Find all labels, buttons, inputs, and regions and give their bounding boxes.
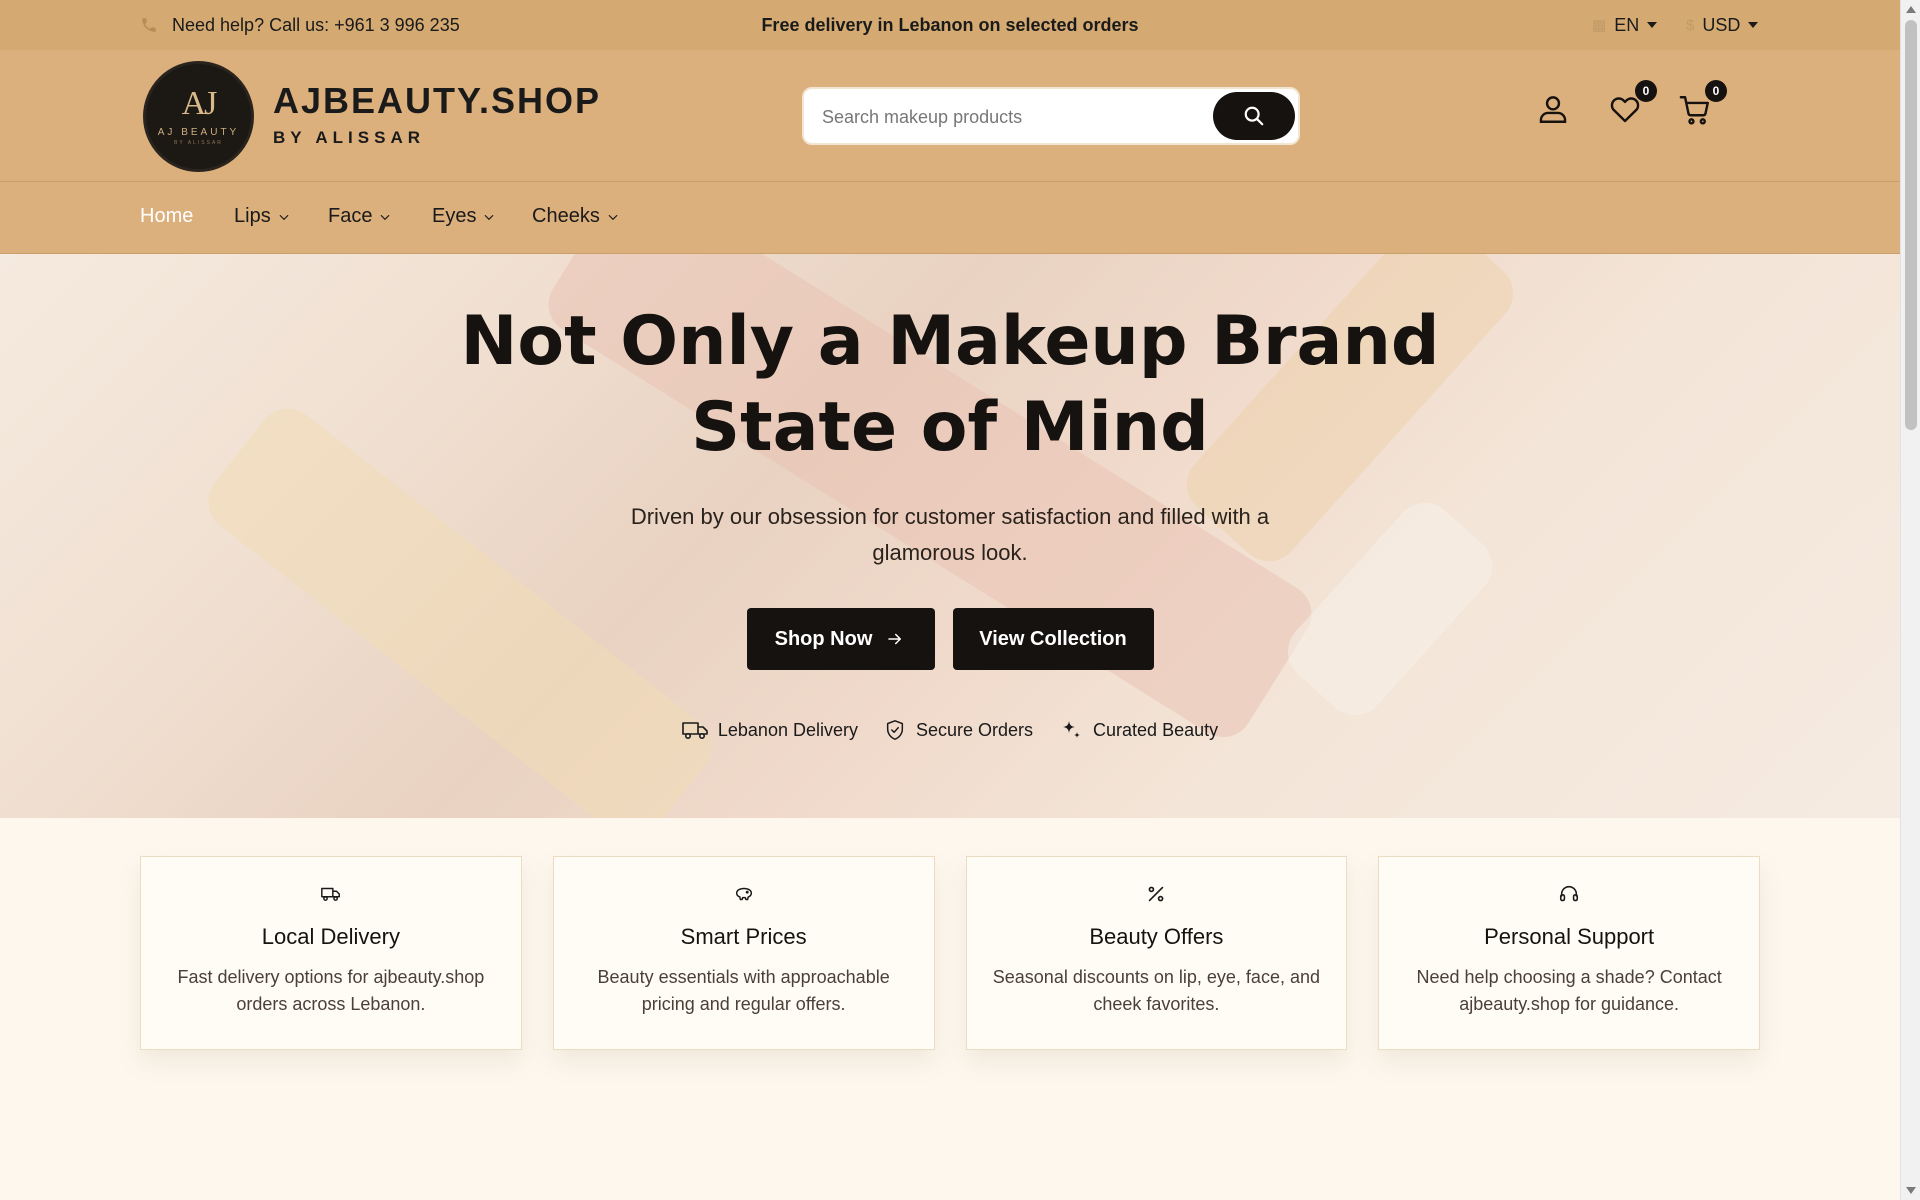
headset-icon bbox=[1560, 885, 1579, 902]
feature-card-smart-prices: Smart Prices Beauty essentials with appr… bbox=[552, 856, 935, 1050]
language-selector[interactable]: ▩ EN bbox=[1592, 0, 1658, 50]
nav-item-label: Eyes bbox=[432, 205, 477, 227]
brand-name: AJBEAUTY.SHOP bbox=[273, 80, 602, 121]
phone-icon bbox=[142, 18, 156, 32]
search-button[interactable] bbox=[1213, 92, 1295, 140]
nav-item-face[interactable]: Face bbox=[328, 205, 392, 228]
logo-monogram: AJ bbox=[181, 85, 218, 122]
nav-item-label: Cheeks bbox=[532, 205, 600, 227]
chevron-down-icon bbox=[1647, 22, 1658, 28]
feature-title: Beauty Offers bbox=[1089, 924, 1224, 949]
brand-wordmark[interactable]: AJBEAUTY.SHOP BY ALISSAR bbox=[273, 80, 601, 148]
feature-description: Fast delivery options for ajbeauty.shop … bbox=[177, 967, 485, 1014]
search-input[interactable] bbox=[822, 103, 1202, 131]
nav-item-eyes[interactable]: Eyes bbox=[432, 205, 496, 228]
chevron-down-icon bbox=[608, 214, 618, 220]
main-nav: Home Lips Face Eyes Cheeks bbox=[0, 182, 1900, 254]
piggy-bank-icon bbox=[735, 887, 752, 901]
search-icon bbox=[1244, 106, 1264, 126]
search-bar bbox=[802, 87, 1300, 145]
scrollbar-thumb[interactable] bbox=[1905, 20, 1917, 430]
site-header: AJ AJ BEAUTY BY ALISSAR AJBEAUTY.SHOP BY… bbox=[0, 50, 1900, 182]
feature-card-beauty-offers: Beauty Offers Seasonal discounts on lip,… bbox=[965, 856, 1348, 1050]
trust-badge-label: Secure Orders bbox=[915, 719, 1034, 740]
view-collection-button[interactable]: View Collection bbox=[952, 608, 1154, 670]
top-bar: Need help? Call us: +961 3 996 235 Free … bbox=[0, 0, 1900, 50]
currency-value: USD bbox=[1702, 14, 1741, 35]
trust-badge-label: Curated Beauty bbox=[1093, 719, 1219, 740]
trust-badge: Lebanon Delivery bbox=[682, 718, 858, 742]
trust-badge: Curated Beauty bbox=[1059, 718, 1218, 742]
dollar-icon: $ bbox=[1686, 16, 1695, 34]
nav-item-label: Home bbox=[140, 205, 194, 227]
feature-title: Smart Prices bbox=[680, 924, 807, 949]
truck-icon bbox=[320, 887, 340, 901]
hero-title: Not Only a Makeup Brand State of Mind bbox=[0, 299, 1900, 471]
arrow-right-icon bbox=[888, 633, 902, 645]
hero-cta-group: Shop Now View Collection bbox=[0, 608, 1900, 670]
feature-description: Need help choosing a shade? Contact ajbe… bbox=[1416, 967, 1722, 1014]
truck-icon bbox=[682, 722, 708, 740]
percent-icon bbox=[1148, 886, 1164, 902]
scroll-up-arrow-icon[interactable] bbox=[1906, 6, 1916, 13]
brand-byline: BY ALISSAR bbox=[273, 128, 426, 147]
trust-badge: Secure Orders bbox=[884, 718, 1033, 742]
currency-selector[interactable]: $ USD bbox=[1686, 0, 1759, 50]
cart-count-badge: 0 bbox=[1705, 80, 1727, 102]
feature-description: Beauty essentials with approachable pric… bbox=[597, 967, 890, 1014]
hero-banner: Not Only a Makeup Brand State of Mind Dr… bbox=[0, 254, 1900, 818]
language-value: EN bbox=[1614, 14, 1640, 35]
feature-title: Local Delivery bbox=[261, 924, 400, 949]
chevron-down-icon bbox=[279, 214, 289, 220]
chevron-down-icon bbox=[380, 214, 390, 220]
hero-subtitle: Driven by our obsession for customer sat… bbox=[630, 504, 1270, 565]
feature-title: Personal Support bbox=[1484, 924, 1655, 949]
globe-icon: ▩ bbox=[1592, 17, 1607, 34]
sparkle-icon bbox=[1063, 721, 1081, 738]
scroll-down-arrow-icon[interactable] bbox=[1906, 1187, 1916, 1194]
shop-now-button[interactable]: Shop Now bbox=[746, 608, 935, 670]
logo-label: AJ BEAUTY bbox=[157, 127, 240, 138]
feature-card-personal-support: Personal Support Need help choosing a sh… bbox=[1378, 856, 1760, 1050]
nav-item-cheeks[interactable]: Cheeks bbox=[532, 205, 620, 228]
shop-now-label: Shop Now bbox=[774, 627, 873, 650]
hero-title-line1: Not Only a Makeup Brand bbox=[460, 302, 1440, 381]
chevron-down-icon bbox=[484, 214, 494, 220]
hero-content: Not Only a Makeup Brand State of Mind Dr… bbox=[0, 254, 1900, 742]
feature-description: Seasonal discounts on lip, eye, face, an… bbox=[992, 967, 1320, 1014]
help-contact[interactable]: Need help? Call us: +961 3 996 235 bbox=[140, 0, 460, 50]
hero-title-line2: State of Mind bbox=[691, 388, 1209, 467]
shield-check-icon bbox=[886, 720, 904, 740]
nav-item-home[interactable]: Home bbox=[140, 205, 193, 228]
page-scrollbar[interactable] bbox=[1900, 0, 1920, 1200]
brand-logo[interactable]: AJ AJ BEAUTY BY ALISSAR bbox=[143, 61, 254, 172]
hero-trust-badges: Lebanon Delivery Secure Orders Curated B… bbox=[0, 718, 1900, 742]
trust-badge-label: Lebanon Delivery bbox=[717, 719, 858, 740]
features-row: Local Delivery Fast delivery options for… bbox=[140, 856, 1760, 1050]
view-collection-label: View Collection bbox=[979, 627, 1127, 650]
chevron-down-icon bbox=[1748, 22, 1759, 28]
nav-item-label: Lips bbox=[234, 205, 271, 227]
nav-item-lips[interactable]: Lips bbox=[234, 205, 291, 228]
wishlist-count-badge: 0 bbox=[1635, 80, 1657, 102]
feature-card-local-delivery: Local Delivery Fast delivery options for… bbox=[140, 856, 522, 1050]
help-text: Need help? Call us: +961 3 996 235 bbox=[172, 14, 460, 35]
nav-item-label: Face bbox=[328, 205, 373, 227]
account-icon[interactable] bbox=[1536, 92, 1570, 126]
logo-sublabel: BY ALISSAR bbox=[174, 140, 223, 146]
